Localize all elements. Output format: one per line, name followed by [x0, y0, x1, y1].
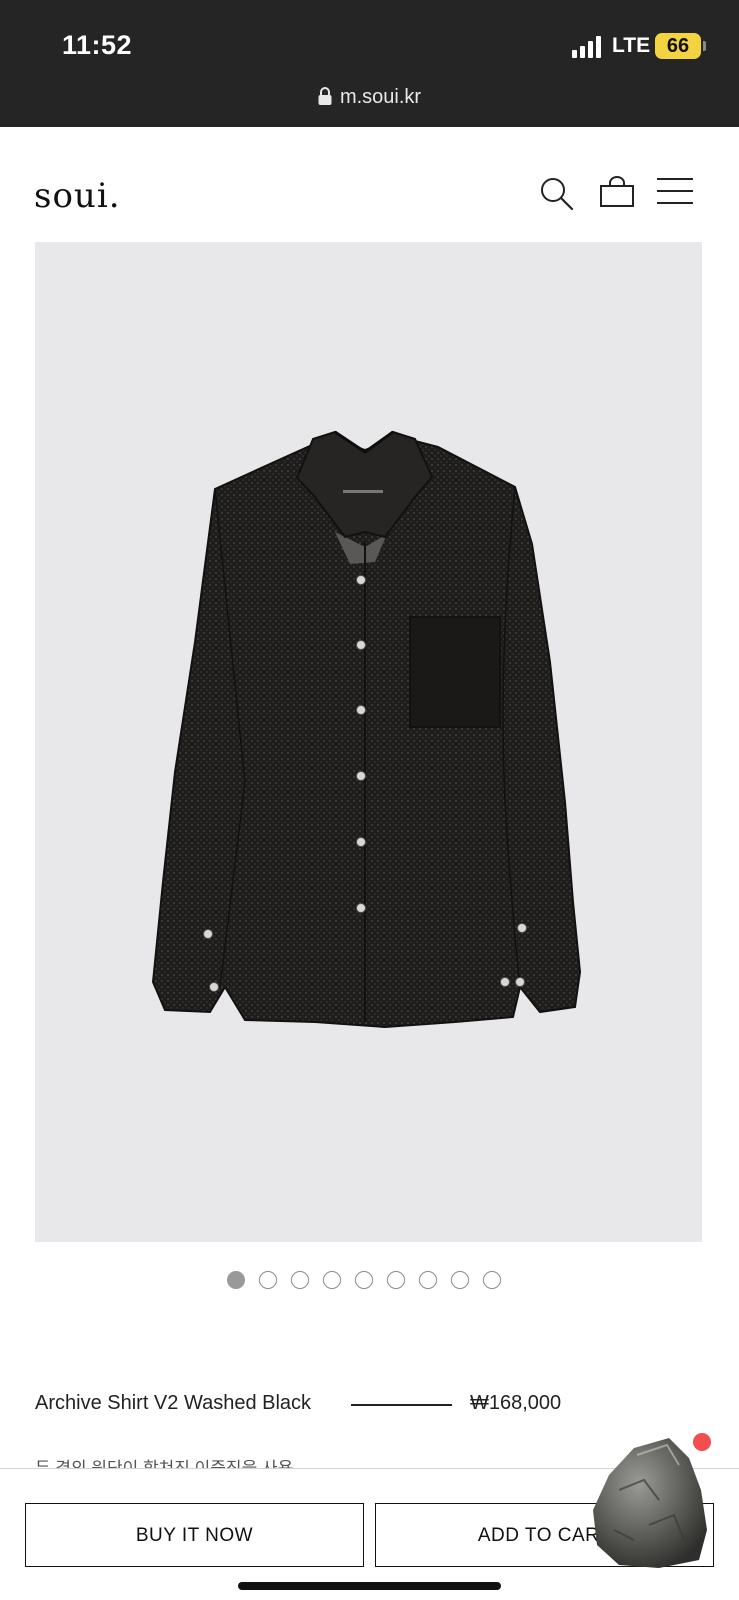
product-title: Archive Shirt V2 Washed Black	[35, 1392, 312, 1414]
carousel-dot[interactable]	[387, 1271, 405, 1289]
title-divider	[351, 1404, 452, 1406]
floating-rock-widget[interactable]	[589, 1430, 719, 1570]
lock-icon	[318, 87, 332, 105]
status-bar: 11:52 LTE 66 m.soui.kr	[0, 0, 739, 127]
shirt-illustration	[151, 430, 582, 1029]
carousel-dot[interactable]	[483, 1271, 501, 1289]
cellular-signal-icon	[572, 36, 601, 58]
product-image[interactable]	[35, 242, 702, 1242]
notification-dot	[693, 1433, 711, 1451]
carousel-dot[interactable]	[323, 1271, 341, 1289]
search-icon[interactable]	[539, 176, 575, 212]
product-description: 두 겹의 원단이 합쳐진 이중직을 사용	[35, 1454, 293, 1468]
address-bar[interactable]: m.soui.kr	[0, 86, 739, 109]
carousel-dot[interactable]	[291, 1271, 309, 1289]
carousel-dot[interactable]	[451, 1271, 469, 1289]
brand-logo[interactable]: soui.	[34, 176, 121, 216]
buy-now-button[interactable]: BUY IT NOW	[25, 1503, 364, 1567]
shopping-bag-icon[interactable]	[599, 174, 635, 210]
carousel-dot[interactable]	[355, 1271, 373, 1289]
carousel-dot[interactable]	[419, 1271, 437, 1289]
carousel-indicator	[0, 1271, 739, 1291]
battery-cap	[703, 41, 706, 51]
menu-icon[interactable]	[656, 176, 694, 206]
status-time: 11:52	[62, 30, 133, 60]
home-indicator	[238, 1582, 501, 1590]
product-price: ₩168,000	[470, 1392, 562, 1414]
carrier-label: LTE	[612, 34, 651, 57]
url-text: m.soui.kr	[339, 86, 422, 108]
carousel-dot[interactable]	[259, 1271, 277, 1289]
carousel-dot[interactable]	[227, 1271, 245, 1289]
battery-indicator: 66	[655, 33, 701, 59]
